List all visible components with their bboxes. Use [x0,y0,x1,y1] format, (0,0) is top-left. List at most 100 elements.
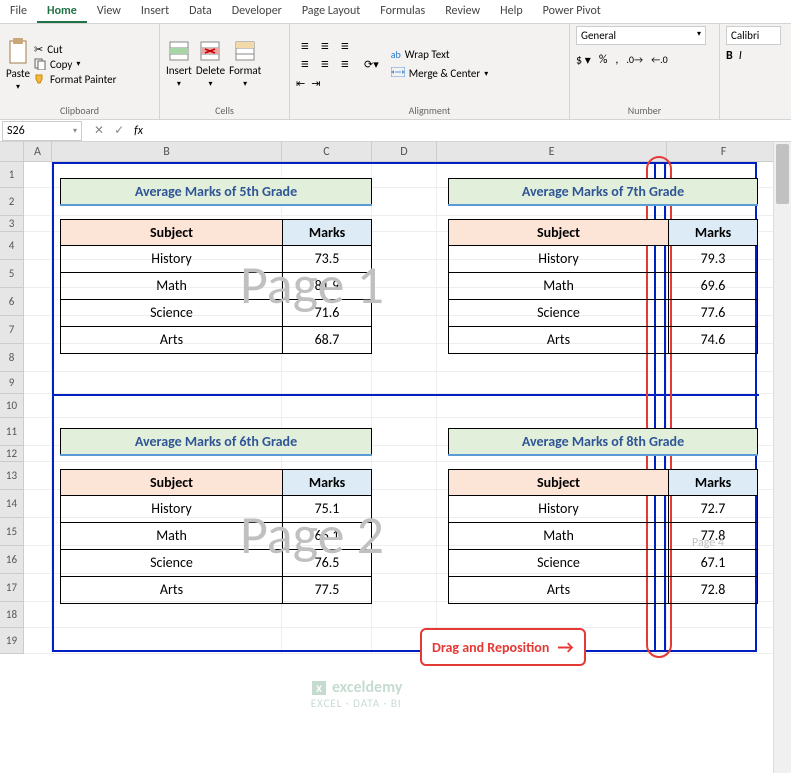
table5-r0c1[interactable]: 73.5 [283,245,372,272]
bold-button[interactable]: B [726,49,733,63]
cell[interactable] [24,446,52,462]
row-header-16[interactable]: 16 [0,546,24,574]
table6-r0c0[interactable]: History [61,495,283,522]
format-painter-button[interactable]: Format Painter [34,73,116,86]
align-center-button[interactable]: ≡ [316,57,334,73]
cell[interactable] [24,490,52,518]
table8-r0c0[interactable]: History [449,495,669,522]
currency-button[interactable]: $ ▾ [576,53,591,68]
tab-file[interactable]: File [0,0,37,23]
number-format-select[interactable]: General ▾ [576,26,706,45]
tab-insert[interactable]: Insert [131,0,179,23]
col-header-f[interactable]: F [667,142,781,161]
row-header-2[interactable]: 2 [0,188,24,216]
table8-h2[interactable]: Marks [669,469,758,495]
col-header-b[interactable]: B [52,142,282,161]
cell[interactable] [24,216,52,232]
table6-r2c1[interactable]: 76.5 [283,549,372,576]
delete-cells-button[interactable]: Delete▾ [196,40,225,89]
paste-button[interactable]: Paste ▾ [6,37,30,92]
row-header-6[interactable]: 6 [0,288,24,316]
cell[interactable] [24,372,52,394]
table7-r2c0[interactable]: Science [449,299,669,326]
cell[interactable] [24,462,52,490]
table6-r0c1[interactable]: 75.1 [283,495,372,522]
row-header-19[interactable]: 19 [0,628,24,654]
table5-h1[interactable]: Subject [61,219,283,245]
row-header-8[interactable]: 8 [0,344,24,372]
table7-r1c1[interactable]: 69.6 [669,272,758,299]
tab-developer[interactable]: Developer [222,0,292,23]
decrease-indent-button[interactable]: ⇤ [296,77,305,90]
align-top-button[interactable]: ≡ [296,39,314,55]
scrollbar-thumb[interactable] [776,144,789,204]
col-header-d[interactable]: D [372,142,437,161]
table6-h1[interactable]: Subject [61,469,283,495]
row-header-1[interactable]: 1 [0,162,24,188]
table5-r3c1[interactable]: 68.7 [283,326,372,353]
copy-button[interactable]: Copy ▾ [34,58,116,71]
row-header-5[interactable]: 5 [0,260,24,288]
cell[interactable] [24,418,52,446]
table6-r1c1[interactable]: 66.1 [283,522,372,549]
cancel-formula-button[interactable]: ✕ [94,123,104,138]
cell[interactable] [24,188,52,216]
row-header-14[interactable]: 14 [0,490,24,518]
cell[interactable] [24,260,52,288]
cell[interactable] [24,394,52,418]
row-header-12[interactable]: 12 [0,446,24,462]
table7-r3c0[interactable]: Arts [449,326,669,353]
col-header-e[interactable]: E [437,142,667,161]
cell[interactable] [24,162,52,188]
align-left-button[interactable]: ≡ [296,57,314,73]
tab-review[interactable]: Review [435,0,490,23]
increase-indent-button[interactable]: ⇥ [311,77,320,90]
font-select[interactable]: Calibri [726,26,781,45]
table5-r2c1[interactable]: 71.6 [283,299,372,326]
table6-r1c0[interactable]: Math [61,522,283,549]
decrease-decimal-button[interactable]: ←.0 [651,53,668,68]
tab-view[interactable]: View [87,0,131,23]
tab-home[interactable]: Home [37,0,87,23]
cell[interactable] [24,344,52,372]
table8-r1c1[interactable]: 77.8 [669,522,758,549]
cell[interactable] [24,288,52,316]
tab-powerpivot[interactable]: Power Pivot [533,0,611,23]
table8-r0c1[interactable]: 72.7 [669,495,758,522]
table5-h2[interactable]: Marks [283,219,372,245]
table5-r3c0[interactable]: Arts [61,326,283,353]
cell[interactable] [24,602,52,628]
table6-r2c0[interactable]: Science [61,549,283,576]
enter-formula-button[interactable]: ✓ [114,123,124,138]
table5-r1c1[interactable]: 81.9 [283,272,372,299]
cell[interactable] [24,518,52,546]
table8-r3c0[interactable]: Arts [449,576,669,603]
cell[interactable] [24,316,52,344]
table7-r0c0[interactable]: History [449,245,669,272]
table7-r1c0[interactable]: Math [449,272,669,299]
select-all-corner[interactable] [0,142,24,161]
cut-button[interactable]: ✂Cut [34,43,116,56]
table6-h2[interactable]: Marks [283,469,372,495]
percent-button[interactable]: % [599,53,608,68]
table8-h1[interactable]: Subject [449,469,669,495]
italic-button[interactable]: I [739,49,742,63]
col-header-a[interactable]: A [24,142,52,161]
table8-r1c0[interactable]: Math [449,522,669,549]
align-middle-button[interactable]: ≡ [316,39,334,55]
table5-r1c0[interactable]: Math [61,272,283,299]
table7-r0c1[interactable]: 79.3 [669,245,758,272]
row-header-18[interactable]: 18 [0,602,24,628]
table7-h1[interactable]: Subject [449,219,669,245]
align-bottom-button[interactable]: ≡ [336,39,354,55]
row-header-7[interactable]: 7 [0,316,24,344]
tab-formulas[interactable]: Formulas [370,0,435,23]
col-header-c[interactable]: C [282,142,372,161]
row-header-17[interactable]: 17 [0,574,24,602]
row-header-13[interactable]: 13 [0,462,24,490]
row-header-3[interactable]: 3 [0,216,24,232]
merge-center-button[interactable]: Merge & Center ▾ [391,67,489,80]
row-header-15[interactable]: 15 [0,518,24,546]
table7-r2c1[interactable]: 77.6 [669,299,758,326]
align-right-button[interactable]: ≡ [336,57,354,73]
